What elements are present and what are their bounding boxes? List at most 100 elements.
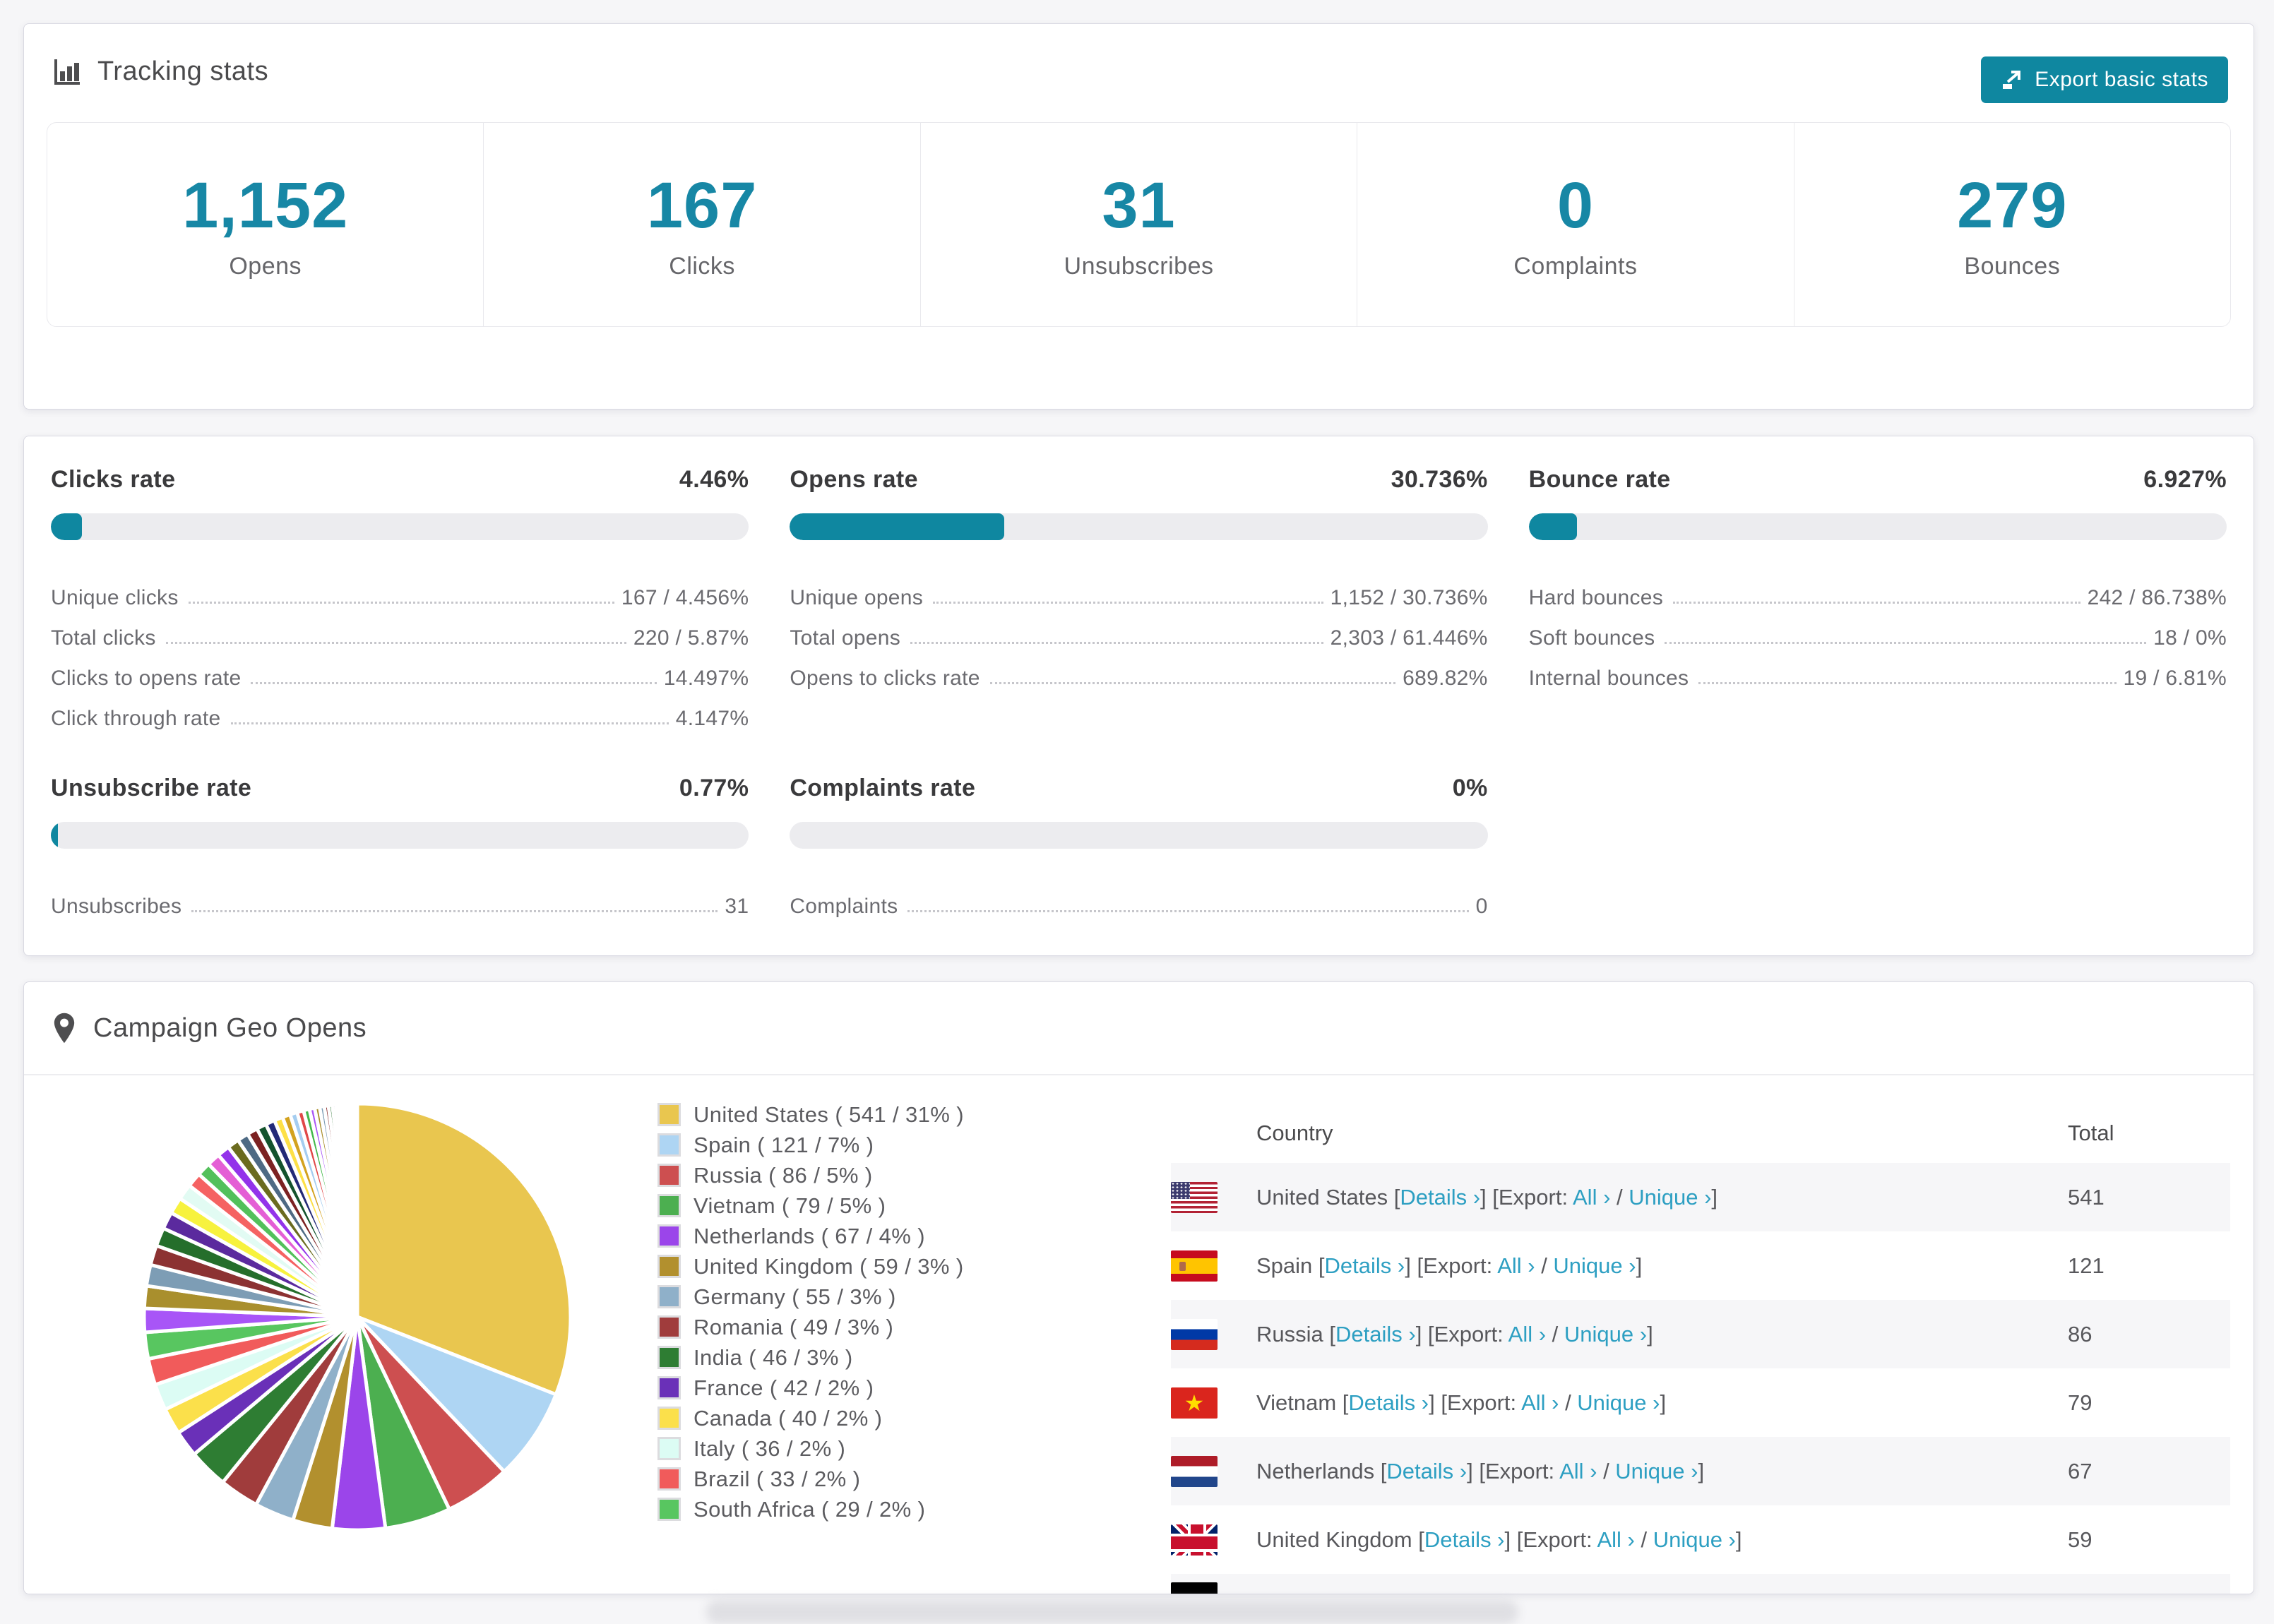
rate-title: Unsubscribe rate (51, 775, 252, 801)
rate-title: Bounce rate (1528, 466, 1671, 493)
geo-table-row-russia: Russia [Details ›] [Export: All › / Uniq… (1171, 1300, 2230, 1368)
nl-flag-icon (1171, 1455, 1218, 1487)
legend-swatch (657, 1437, 681, 1460)
tracking-stats-panel: Tracking stats Export basic stats 1,152 O… (23, 23, 2254, 410)
export-unique-link[interactable]: Unique › (1577, 1390, 1660, 1415)
rate-progress-fill (51, 513, 83, 540)
legend-swatch (657, 1164, 681, 1187)
rate-detail-row: Unsubscribes 31 (51, 878, 749, 919)
legend-label: India ( 46 / 3% ) (693, 1344, 853, 1370)
rate-progress-track (790, 822, 1488, 849)
dotted-leader (1673, 602, 2080, 604)
legend-swatch (657, 1285, 681, 1308)
dotted-leader (910, 642, 1323, 644)
export-all-link[interactable]: All › (1559, 1459, 1597, 1483)
rate-value: 30.736% (1391, 466, 1488, 493)
dotted-leader (933, 602, 1323, 604)
stat-card-complaints: 0 Complaints (1357, 123, 1794, 326)
dotted-leader (1665, 642, 2147, 644)
export-unique-link[interactable]: Unique › (1653, 1527, 1736, 1552)
details-link[interactable]: Details › (1325, 1253, 1405, 1278)
export-icon (2003, 71, 2021, 89)
ru-flag-icon (1171, 1318, 1218, 1350)
details-link[interactable]: Details › (1424, 1527, 1505, 1552)
export-all-link[interactable]: All › (1508, 1322, 1546, 1347)
rate-detail-value: 0 (1475, 895, 1488, 918)
rate-detail-row: Total opens 2,303 / 61.446% (790, 610, 1487, 650)
rate-value: 4.46% (679, 466, 749, 493)
dotted-leader (230, 722, 669, 724)
details-link[interactable]: Details › (1386, 1459, 1467, 1483)
legend-item-brazil: Brazil ( 33 / 2% ) (657, 1464, 964, 1494)
legend-item-romania: Romania ( 49 / 3% ) (657, 1312, 964, 1342)
export-all-link[interactable]: All › (1497, 1253, 1535, 1278)
legend-label: Germany ( 55 / 3% ) (693, 1284, 896, 1309)
legend-label: Russia ( 86 / 5% ) (693, 1162, 873, 1188)
export-unique-link[interactable]: Unique › (1615, 1459, 1698, 1483)
legend-item-france: France ( 42 / 2% ) (657, 1373, 964, 1403)
geo-table-row-vietnam: Vietnam [Details ›] [Export: All › / Uni… (1171, 1368, 2230, 1437)
details-link[interactable]: Details › (1335, 1322, 1416, 1347)
country-total-value: 86 (2068, 1321, 2093, 1347)
rate-detail-label: Click through rate (51, 707, 221, 730)
export-unique-link[interactable]: Unique › (1629, 1185, 1711, 1210)
rate-detail-label: Unique clicks (51, 586, 179, 609)
export-basic-stats-button[interactable]: Export basic stats (1981, 56, 2228, 103)
country-name: United States (1256, 1184, 1394, 1210)
export-unique-link[interactable]: Unique › (1564, 1322, 1647, 1347)
rate-detail-value: 2,303 / 61.446% (1330, 626, 1488, 650)
bar-chart-icon (54, 59, 80, 85)
legend-label: Vietnam ( 79 / 5% ) (693, 1193, 886, 1218)
rate-title: Opens rate (790, 466, 918, 493)
stat-card-opens: 1,152 Opens (47, 123, 484, 326)
export-unique-link[interactable]: Unique › (1553, 1253, 1636, 1278)
country-total-value: 79 (2068, 1390, 2093, 1415)
legend-item-spain: Spain ( 121 / 7% ) (657, 1130, 964, 1160)
country-name: Netherlands (1256, 1458, 1381, 1483)
rate-detail-row: Complaints 0 (790, 878, 1487, 919)
dashboard-page: { "accent": "#0f87a0", "link_color": "#2… (0, 0, 2274, 1624)
map-pin-icon (54, 1013, 75, 1044)
rate-detail-row: Soft bounces 18 / 0% (1529, 610, 2227, 650)
tracking-stats-header: Tracking stats (24, 24, 2254, 111)
rate-detail-label: Unique opens (790, 586, 924, 609)
rate-detail-value: 220 / 5.87% (633, 626, 749, 650)
stat-label: Unsubscribes (1064, 253, 1214, 280)
export-all-link[interactable]: All › (1521, 1390, 1559, 1415)
de-flag-icon (1171, 1582, 1218, 1594)
legend-item-vietnam: Vietnam ( 79 / 5% ) (657, 1190, 964, 1221)
rate-detail-value: 689.82% (1403, 667, 1488, 690)
rate-progress-track (51, 513, 749, 540)
legend-label: Netherlands ( 67 / 4% ) (693, 1223, 925, 1248)
export-all-link[interactable]: All › (1573, 1185, 1610, 1210)
rate-value: 6.927% (2143, 466, 2227, 493)
legend-item-russia: Russia ( 86 / 5% ) (657, 1160, 964, 1190)
stat-label: Complaints (1513, 253, 1638, 280)
country-name: United Kingdom (1256, 1527, 1419, 1552)
rate-progress-track (51, 822, 749, 849)
rate-detail-row: Clicks to opens rate 14.497% (51, 650, 749, 691)
rate-progress-fill (1528, 513, 1578, 540)
us-flag-icon (1171, 1181, 1218, 1213)
legend-item-india: India ( 46 / 3% ) (657, 1342, 964, 1373)
export-all-link[interactable]: All › (1597, 1527, 1634, 1552)
legend-swatch (657, 1407, 681, 1430)
rate-detail-value: 167 / 4.456% (621, 586, 749, 609)
rate-detail-label: Unsubscribes (51, 895, 182, 918)
rate-detail-label: Total opens (790, 626, 901, 650)
geo-table-header-row: Country Total (1171, 1104, 2230, 1163)
legend-label: Romania ( 49 / 3% ) (693, 1314, 894, 1339)
rate-section-clicks-rate: Clicks rate 4.46% Unique clicks 167 / 4.456… (51, 466, 749, 731)
geo-table-row-netherlands: Netherlands [Details ›] [Export: All › /… (1171, 1437, 2230, 1505)
stat-label: Opens (229, 253, 302, 280)
rate-detail-row: Hard bounces 242 / 86.738% (1529, 570, 2227, 610)
rate-detail-row: Unique opens 1,152 / 30.736% (790, 570, 1487, 610)
rate-progress-fill (790, 513, 1005, 540)
country-total-value: 541 (2068, 1184, 2105, 1210)
details-link[interactable]: Details › (1348, 1390, 1429, 1415)
legend-label: United Kingdom ( 59 / 3% ) (693, 1253, 964, 1279)
country-name: Vietnam (1256, 1390, 1343, 1415)
rate-progress-track (1528, 513, 2227, 540)
details-link[interactable]: Details › (1400, 1185, 1480, 1210)
legend-item-netherlands: Netherlands ( 67 / 4% ) (657, 1221, 964, 1251)
